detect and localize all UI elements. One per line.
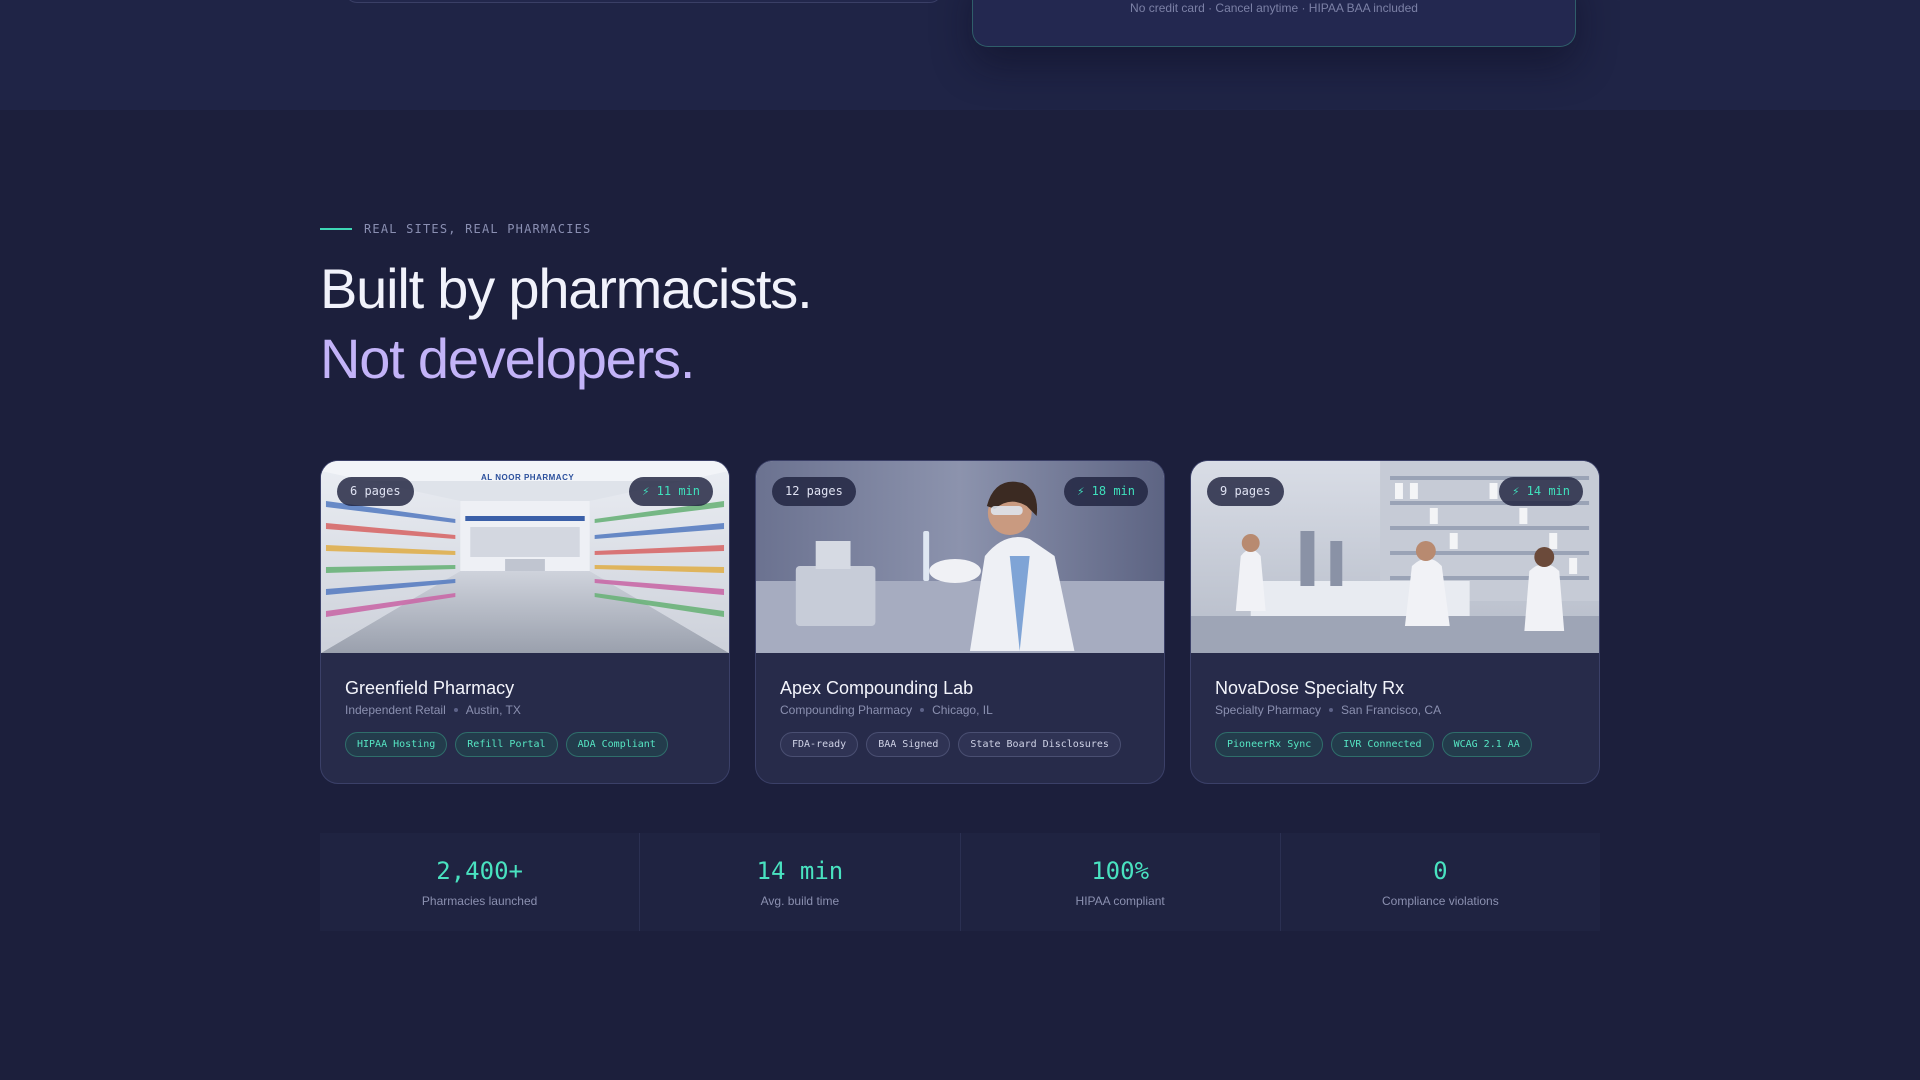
input-field-remnant[interactable] bbox=[345, 0, 942, 3]
card-title: Greenfield Pharmacy bbox=[345, 678, 515, 698]
stat-compliance-violations: 0 Compliance violations bbox=[1281, 833, 1600, 931]
pharmacy-type: Specialty Pharmacy bbox=[1215, 703, 1322, 717]
showcase-card-novadose[interactable]: 9 pages ⚡ 14 min NovaDose Specialty Rx S… bbox=[1190, 460, 1600, 784]
pharmacy-location: San Francisco, CA bbox=[1341, 703, 1442, 717]
feature-tag: IVR Connected bbox=[1331, 732, 1434, 757]
stat-label: Pharmacies launched bbox=[421, 894, 538, 908]
card-image-pharmacy-aisle: AL NOOR PHARMACY 6 pages ⚡ 11 min bbox=[321, 461, 729, 653]
stat-pharmacies-launched: 2,400+ Pharmacies launched bbox=[320, 833, 641, 931]
signup-fineprint: No credit card · Cancel anytime · HIPAA … bbox=[1130, 1, 1418, 15]
card-image-lab-scientist: 12 pages ⚡ 18 min bbox=[756, 461, 1164, 653]
card-title: Apex Compounding Lab bbox=[780, 678, 974, 698]
eyebrow-text: REAL SITES, REAL PHARMACIES bbox=[364, 222, 592, 236]
previous-section-tail: No credit card · Cancel anytime · HIPAA … bbox=[0, 0, 1920, 110]
showcase-card-greenfield[interactable]: AL NOOR PHARMACY 6 pages ⚡ 11 min Greenf… bbox=[320, 460, 730, 784]
stat-value: 14 min bbox=[756, 857, 844, 885]
pages-badge: 12 pages bbox=[772, 477, 856, 506]
stat-label: HIPAA compliant bbox=[1075, 894, 1165, 908]
stat-label: Compliance violations bbox=[1382, 894, 1499, 908]
section-eyebrow: REAL SITES, REAL PHARMACIES bbox=[320, 222, 591, 236]
pharmacy-location: Austin, TX bbox=[465, 703, 521, 717]
stat-value: 100% bbox=[1091, 857, 1150, 885]
card-meta: Specialty Pharmacy San Francisco, CA bbox=[1215, 703, 1575, 717]
build-time-badge: ⚡ 14 min bbox=[1499, 477, 1583, 506]
pharmacy-type: Compounding Pharmacy bbox=[780, 703, 913, 717]
separator-dot bbox=[453, 708, 458, 712]
pages-badge: 9 pages bbox=[1207, 477, 1284, 506]
section-headline: Built by pharmacists. Not developers. bbox=[320, 254, 813, 394]
feature-tag: PioneerRx Sync bbox=[1215, 732, 1324, 757]
headline-line-2: Not developers. bbox=[320, 327, 695, 390]
feature-tag: FDA-ready bbox=[780, 732, 859, 757]
feature-tag: ADA Compliant bbox=[565, 732, 668, 757]
showcase-cards: AL NOOR PHARMACY 6 pages ⚡ 11 min Greenf… bbox=[320, 460, 1600, 784]
separator-dot bbox=[1329, 708, 1334, 712]
card-title: NovaDose Specialty Rx bbox=[1215, 678, 1405, 698]
feature-tag: State Board Disclosures bbox=[958, 732, 1121, 757]
headline-line-1: Built by pharmacists. bbox=[320, 257, 813, 320]
stats-bar: 2,400+ Pharmacies launched 14 min Avg. b… bbox=[320, 833, 1600, 931]
pharmacy-location: Chicago, IL bbox=[932, 703, 993, 717]
card-image-specialty-lab: 9 pages ⚡ 14 min bbox=[1191, 461, 1599, 653]
separator-dot bbox=[920, 708, 925, 712]
stat-value: 0 bbox=[1433, 857, 1448, 885]
feature-tags: FDA-ready BAA Signed State Board Disclos… bbox=[780, 732, 1140, 757]
card-meta: Compounding Pharmacy Chicago, IL bbox=[780, 703, 1140, 717]
feature-tag: BAA Signed bbox=[866, 732, 951, 757]
pharmacy-type: Independent Retail bbox=[345, 703, 446, 717]
store-sign: AL NOOR PHARMACY bbox=[481, 473, 575, 482]
build-time-badge: ⚡ 18 min bbox=[1064, 477, 1148, 506]
pages-badge: 6 pages bbox=[337, 477, 414, 506]
showcase-card-apex[interactable]: 12 pages ⚡ 18 min Apex Compounding Lab C… bbox=[755, 460, 1165, 784]
eyebrow-accent-line bbox=[320, 228, 352, 230]
stat-hipaa-compliant: 100% HIPAA compliant bbox=[961, 833, 1281, 931]
build-time-badge: ⚡ 11 min bbox=[629, 477, 713, 506]
feature-tags: PioneerRx Sync IVR Connected WCAG 2.1 AA bbox=[1215, 732, 1575, 757]
stat-build-time: 14 min Avg. build time bbox=[640, 833, 961, 931]
feature-tag: HIPAA Hosting bbox=[345, 732, 448, 757]
feature-tag: WCAG 2.1 AA bbox=[1441, 732, 1532, 757]
card-meta: Independent Retail Austin, TX bbox=[345, 703, 705, 717]
stat-label: Avg. build time bbox=[760, 894, 840, 908]
feature-tag: Refill Portal bbox=[455, 732, 558, 757]
feature-tags: HIPAA Hosting Refill Portal ADA Complian… bbox=[345, 732, 705, 757]
stat-value: 2,400+ bbox=[436, 857, 523, 885]
signup-card-remnant: No credit card · Cancel anytime · HIPAA … bbox=[972, 0, 1576, 47]
